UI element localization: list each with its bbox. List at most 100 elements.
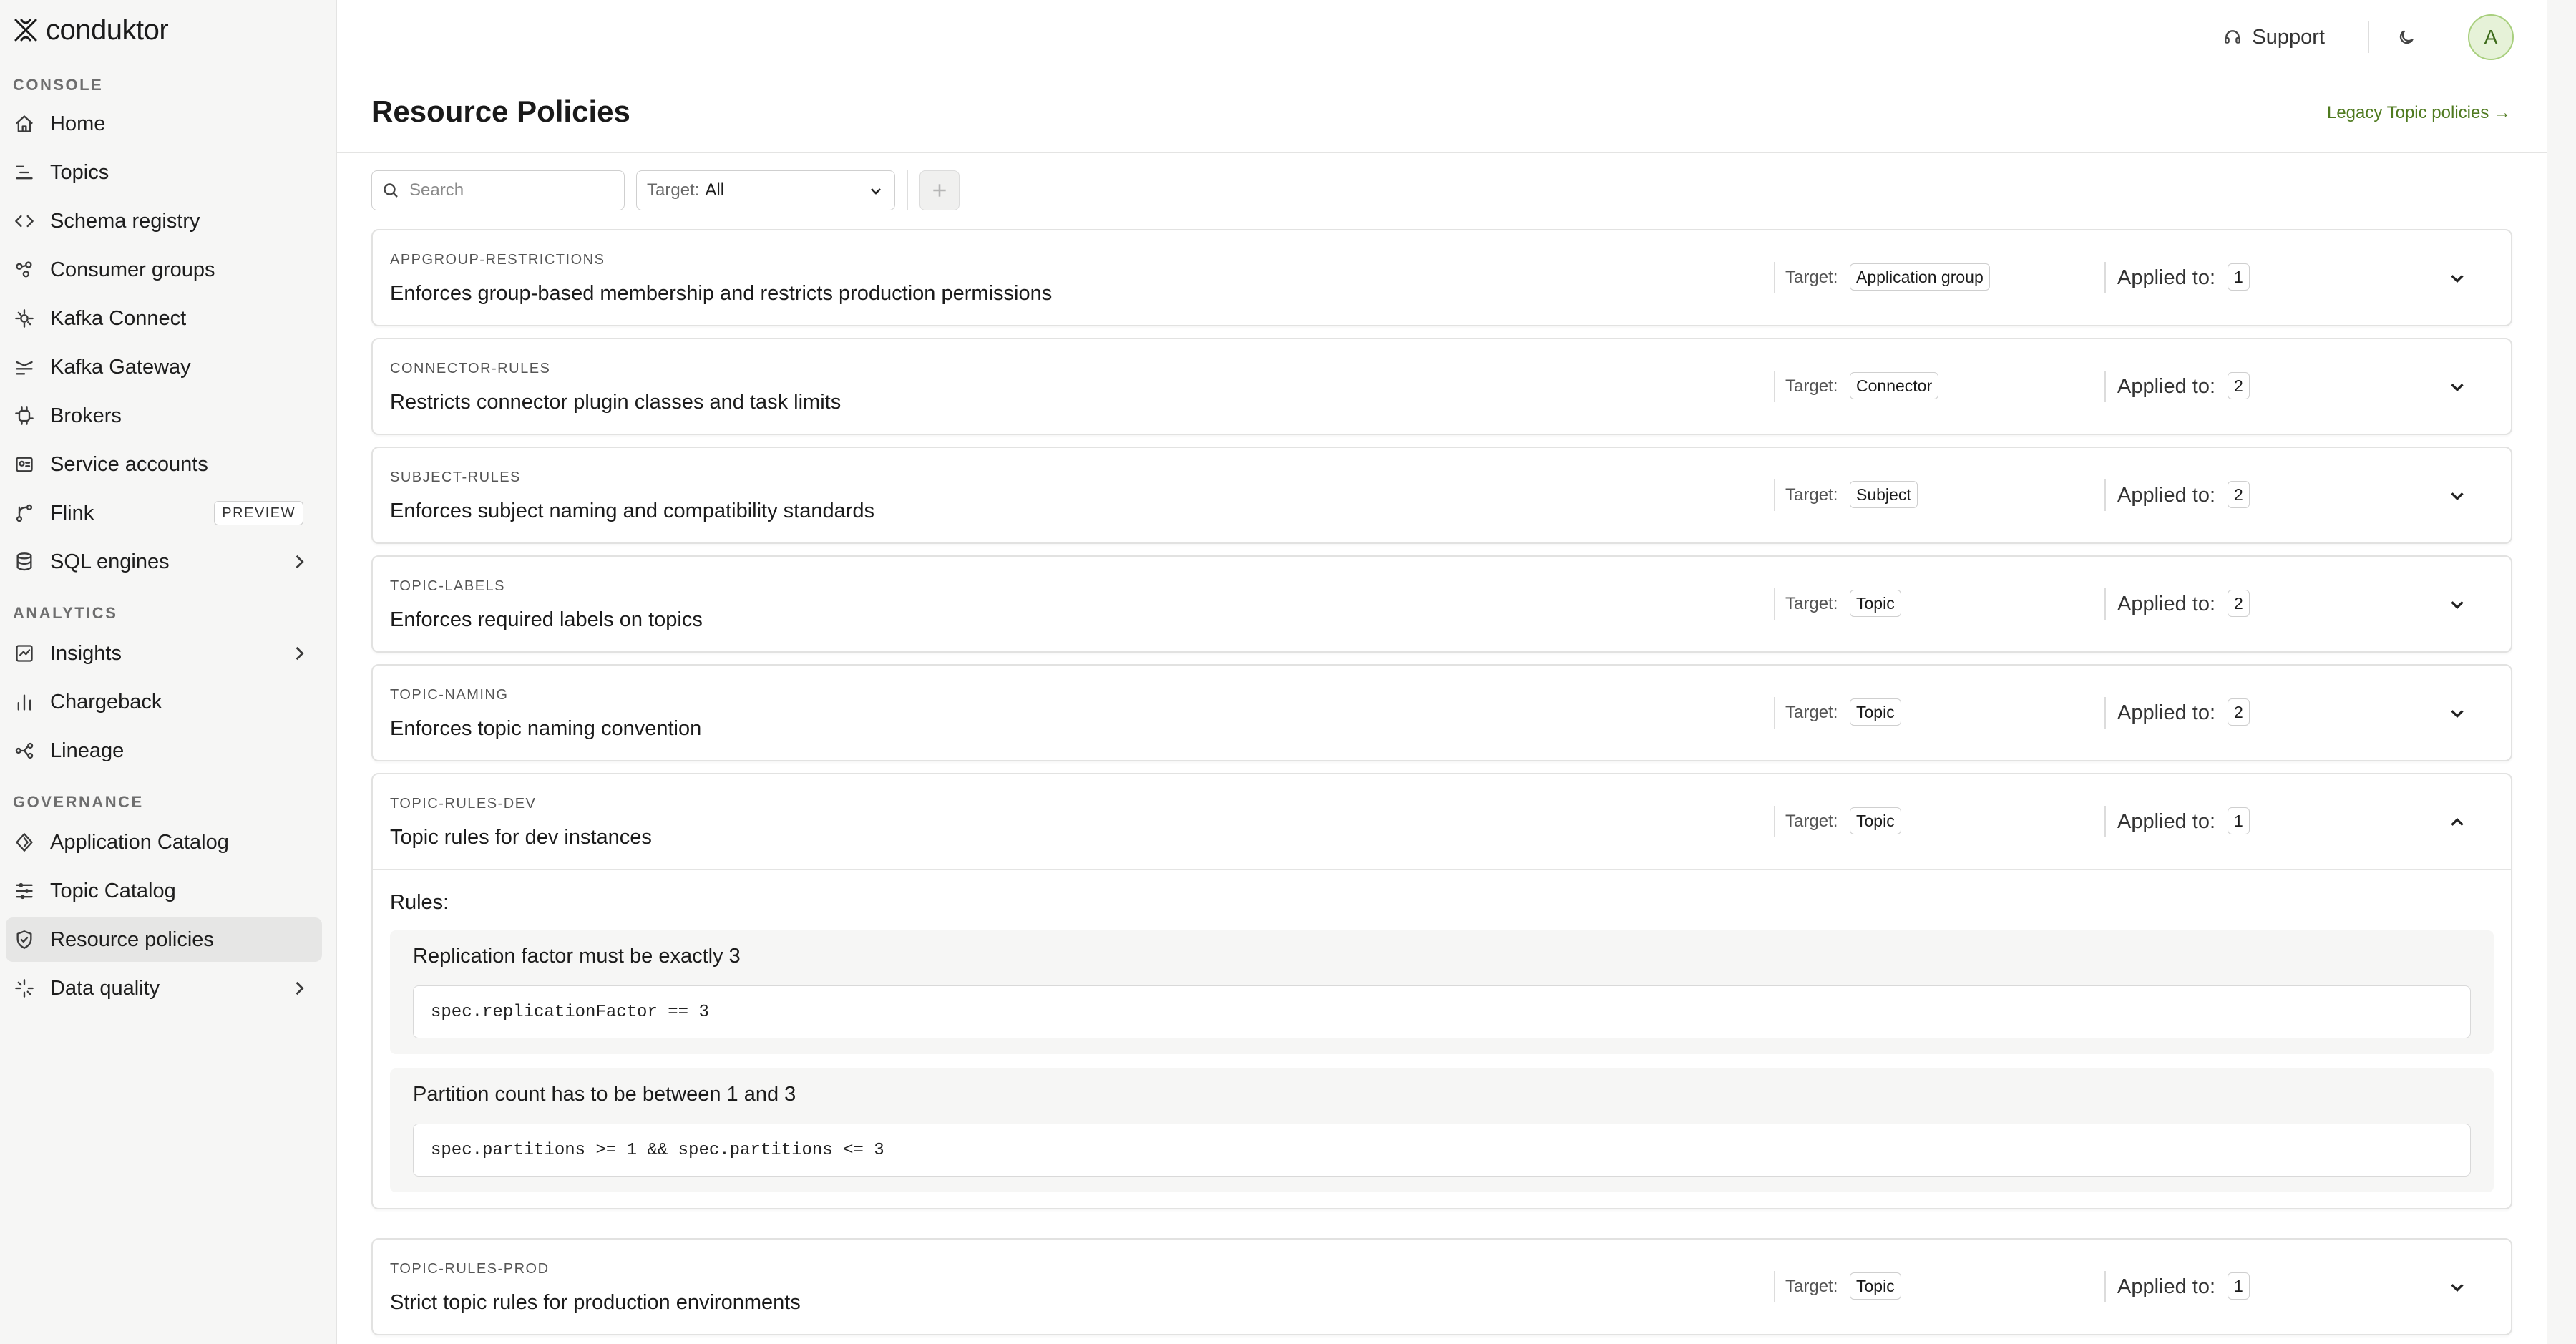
sidebar-item-resource-policies[interactable]: Resource policies [6, 917, 322, 962]
sidebar-item-chargeback[interactable]: Chargeback [6, 680, 322, 724]
expand-button[interactable] [2446, 703, 2468, 724]
chevron-up-icon [2451, 817, 2464, 826]
applied-count: 2 [2228, 481, 2250, 508]
sidebar-item-label: Chargeback [50, 690, 162, 714]
target-chip: Topic [1850, 590, 1901, 617]
sidebar-item-home[interactable]: Home [6, 102, 322, 146]
sidebar-item-label: SQL engines [50, 550, 170, 573]
expand-button[interactable] [2446, 376, 2468, 398]
sidebar-item-kafka-connect[interactable]: Kafka Connect [6, 296, 322, 341]
insights-icon [10, 639, 39, 668]
policy-card-header[interactable]: SUBJECT-RULES Enforces subject naming an… [373, 448, 2511, 542]
sidebar-item-label: Topic Catalog [50, 879, 176, 902]
brand-logo[interactable]: conduktor [11, 14, 169, 46]
policy-card: TOPIC-RULES-PROD Strict topic rules for … [371, 1238, 2512, 1335]
support-label: Support [2252, 25, 2325, 49]
sidebar-item-kafka-gateway[interactable]: Kafka Gateway [6, 345, 322, 389]
sidebar-item-lineage[interactable]: Lineage [6, 729, 322, 773]
target-chip: Subject [1850, 481, 1918, 508]
service-accounts-icon [10, 450, 39, 479]
section-label-governance: GOVERNANCE [13, 793, 144, 811]
policy-card-header[interactable]: CONNECTOR-RULES Restricts connector plug… [373, 339, 2511, 434]
policy-card: CONNECTOR-RULES Restricts connector plug… [371, 338, 2512, 435]
sidebar-item-label: Application Catalog [50, 830, 229, 854]
sidebar-item-insights[interactable]: Insights [6, 631, 322, 676]
target-chip: Topic [1850, 698, 1901, 726]
sidebar-item-service-accounts[interactable]: Service accounts [6, 442, 322, 487]
header-divider [337, 152, 2547, 153]
rule-expression: spec.partitions >= 1 && spec.partitions … [413, 1124, 2471, 1177]
section-label-analytics: ANALYTICS [13, 604, 118, 622]
chevron-down-icon [2451, 1284, 2464, 1292]
bar-chart-icon [10, 688, 39, 716]
policy-description: Enforces group-based membership and rest… [390, 282, 1053, 305]
chevron-right-icon [289, 552, 309, 572]
policy-card-header[interactable]: TOPIC-NAMING Enforces topic naming conve… [373, 666, 2511, 760]
policy-card: TOPIC-NAMING Enforces topic naming conve… [371, 664, 2512, 761]
divider [1774, 371, 1775, 402]
applied-count: 2 [2228, 698, 2250, 726]
target-filter-select[interactable]: Target: All [636, 170, 895, 210]
expand-button[interactable] [2446, 594, 2468, 615]
applied-count: 2 [2228, 590, 2250, 617]
sidebar-item-label: Lineage [50, 739, 125, 762]
search-input[interactable] [409, 180, 610, 200]
sidebar-item-brokers[interactable]: Brokers [6, 394, 322, 438]
rule-expression: spec.replicationFactor == 3 [413, 985, 2471, 1038]
divider [2104, 262, 2106, 293]
target-chip: Connector [1850, 372, 1939, 399]
policy-id: CONNECTOR-RULES [390, 361, 551, 376]
page-title: Resource Policies [371, 94, 630, 128]
chevron-down-icon [2451, 710, 2464, 719]
preview-badge: PREVIEW [214, 501, 303, 525]
expand-button[interactable] [2446, 485, 2468, 507]
expand-button[interactable] [2446, 268, 2468, 289]
sidebar-item-flink[interactable]: Flink PREVIEW [6, 491, 322, 535]
brand-name: conduktor [46, 14, 169, 46]
expand-button[interactable] [2446, 1277, 2468, 1298]
sidebar-item-application-catalog[interactable]: Application Catalog [6, 820, 322, 865]
collapse-button[interactable] [2446, 812, 2468, 833]
divider [1774, 697, 1775, 729]
sidebar-item-schema-registry[interactable]: Schema registry [6, 199, 322, 243]
policy-card-header[interactable]: TOPIC-LABELS Enforces required labels on… [373, 557, 2511, 651]
theme-toggle-button[interactable] [2394, 24, 2419, 50]
shield-icon [10, 925, 39, 954]
flink-icon [10, 499, 39, 527]
connect-icon [10, 304, 39, 333]
support-button[interactable]: Support [2223, 20, 2325, 54]
target-label: Target: [1785, 485, 1838, 505]
target-label: Target: [1785, 376, 1838, 396]
avatar[interactable]: A [2468, 14, 2514, 60]
data-quality-icon [10, 974, 39, 1003]
gateway-icon [10, 353, 39, 381]
sidebar-item-topic-catalog[interactable]: Topic Catalog [6, 869, 322, 913]
divider [2104, 1271, 2106, 1302]
toolbar-divider [907, 170, 908, 210]
chevron-down-icon [871, 188, 881, 195]
sidebar-item-data-quality[interactable]: Data quality [6, 966, 322, 1011]
rule-item: Partition count has to be between 1 and … [390, 1068, 2494, 1192]
legacy-topic-policies-link[interactable]: Legacy Topic policies → [2327, 103, 2511, 123]
divider [2104, 479, 2106, 511]
sidebar-item-label: Insights [50, 641, 122, 665]
policy-card-header[interactable]: TOPIC-RULES-PROD Strict topic rules for … [373, 1240, 2511, 1334]
applied-label: Applied to: [2117, 375, 2216, 398]
code-icon [10, 207, 39, 235]
sidebar-item-consumer-groups[interactable]: Consumer groups [6, 248, 322, 292]
sidebar-item-topics[interactable]: Topics [6, 150, 322, 195]
target-label: Target: [1785, 268, 1838, 287]
policy-card: TOPIC-LABELS Enforces required labels on… [371, 555, 2512, 653]
divider [1774, 262, 1775, 293]
applied-count: 1 [2228, 263, 2250, 291]
add-policy-button[interactable] [919, 170, 960, 210]
policy-card-header[interactable]: TOPIC-RULES-DEV Topic rules for dev inst… [373, 774, 2511, 869]
rule-item: Replication factor must be exactly 3 spe… [390, 930, 2494, 1054]
policy-card-header[interactable]: APPGROUP-RESTRICTIONS Enforces group-bas… [373, 230, 2511, 325]
sidebar-item-sql-engines[interactable]: SQL engines [6, 540, 322, 584]
moon-icon [2399, 30, 2414, 44]
chevron-right-icon [289, 978, 309, 998]
conduktor-logo-icon [14, 19, 37, 42]
applied-count: 2 [2228, 372, 2250, 399]
sidebar-item-label: Kafka Connect [50, 306, 187, 330]
